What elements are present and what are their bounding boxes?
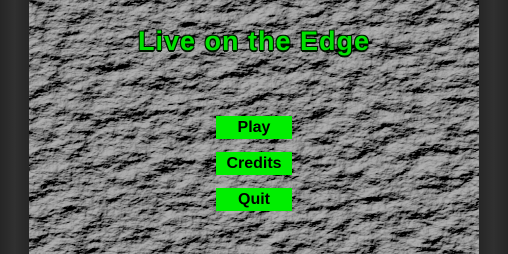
quit-button[interactable]: Quit xyxy=(216,188,292,211)
play-button[interactable]: Play xyxy=(216,116,292,139)
credits-button[interactable]: Credits xyxy=(216,152,292,175)
game-title: Live on the Edge xyxy=(137,26,371,56)
game-screen: Live on the Edge Play Credits Quit xyxy=(0,0,508,254)
